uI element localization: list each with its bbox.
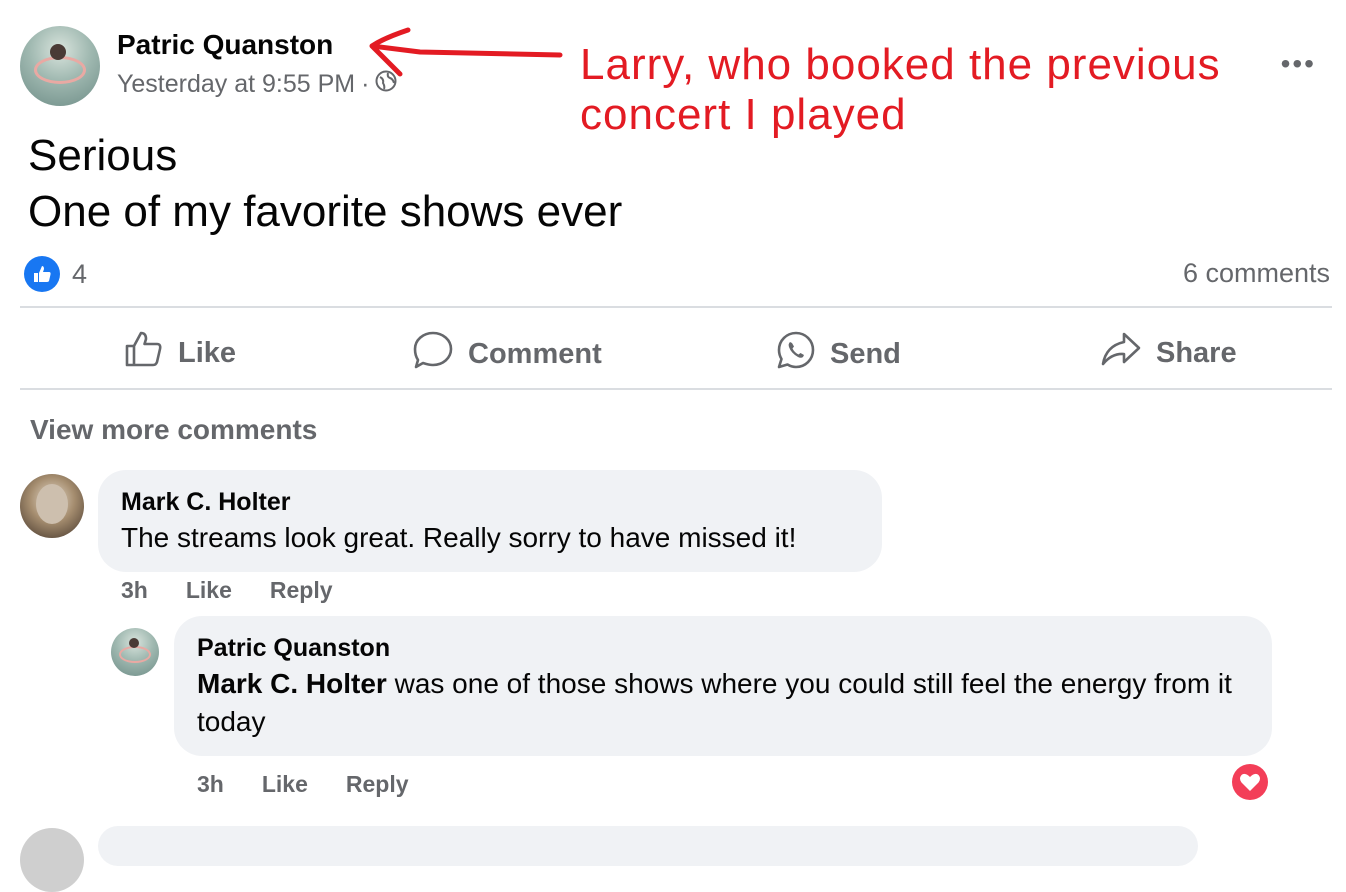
- reply-author-avatar[interactable]: [111, 628, 159, 676]
- thumbs-up-icon: [124, 330, 164, 376]
- comment-text: The streams look great. Really sorry to …: [121, 522, 797, 553]
- reply-reply-button[interactable]: Reply: [346, 771, 409, 798]
- post-meta: Yesterday at 9:55 PM ·: [117, 70, 397, 99]
- reply-mention-link[interactable]: Mark C. Holter: [197, 668, 387, 699]
- comment-time: 3h: [121, 577, 148, 603]
- comments-count[interactable]: 6 comments: [1183, 258, 1330, 289]
- reply-bubble[interactable]: Patric Quanston Mark C. Holter was one o…: [174, 616, 1272, 756]
- comment-label: Comment: [468, 337, 602, 370]
- reply-time: 3h: [197, 771, 224, 797]
- post-text-line-2: One of my favorite shows ever: [28, 187, 623, 236]
- comment-bubble[interactable]: Mark C. Holter The streams look great. R…: [98, 470, 882, 572]
- reply-actions: 3h Like Reply: [197, 771, 409, 798]
- comment-actions: 3h Like Reply: [121, 577, 333, 604]
- whatsapp-icon: [776, 330, 816, 378]
- thumbs-up-reaction-icon: [24, 256, 60, 292]
- view-more-comments-link[interactable]: View more comments: [30, 414, 317, 446]
- next-commenter-avatar[interactable]: [20, 828, 84, 892]
- reaction-summary[interactable]: 4: [24, 256, 87, 292]
- send-label: Send: [830, 337, 901, 370]
- share-button[interactable]: Share: [1100, 330, 1237, 376]
- comment-author[interactable]: Mark C. Holter: [121, 488, 290, 517]
- author-avatar[interactable]: [20, 26, 100, 106]
- comment-reply-button[interactable]: Reply: [270, 577, 333, 604]
- annotation-arrow-icon: [369, 27, 563, 77]
- comment-like-button[interactable]: Like: [186, 577, 232, 604]
- like-label: Like: [178, 336, 237, 369]
- more-options-icon[interactable]: •••: [1281, 48, 1316, 80]
- post-timestamp[interactable]: Yesterday at 9:55 PM: [117, 70, 355, 99]
- comment-button[interactable]: Comment: [412, 330, 602, 378]
- reply-text: Mark C. Holter was one of those shows wh…: [197, 665, 1257, 741]
- commenter-avatar[interactable]: [20, 474, 84, 538]
- like-count: 4: [72, 258, 88, 289]
- reply-author[interactable]: Patric Quanston: [197, 634, 390, 663]
- post-text-line-1: Serious: [28, 131, 178, 180]
- like-button[interactable]: Like: [124, 330, 236, 376]
- post-author-name[interactable]: Patric Quanston: [117, 29, 333, 61]
- reply-like-button[interactable]: Like: [262, 771, 308, 798]
- share-label: Share: [1156, 336, 1237, 369]
- annotation-note: Larry, who booked the previous concert I…: [580, 40, 1221, 139]
- next-comment-bubble[interactable]: [98, 826, 1198, 866]
- post-body: Serious One of my favorite shows ever: [28, 128, 622, 240]
- divider: [20, 306, 1332, 308]
- share-arrow-icon: [1100, 330, 1142, 376]
- send-button[interactable]: Send: [776, 330, 901, 378]
- heart-reaction-icon[interactable]: [1232, 764, 1268, 800]
- comment-bubble-icon: [412, 330, 454, 378]
- divider: [20, 388, 1332, 390]
